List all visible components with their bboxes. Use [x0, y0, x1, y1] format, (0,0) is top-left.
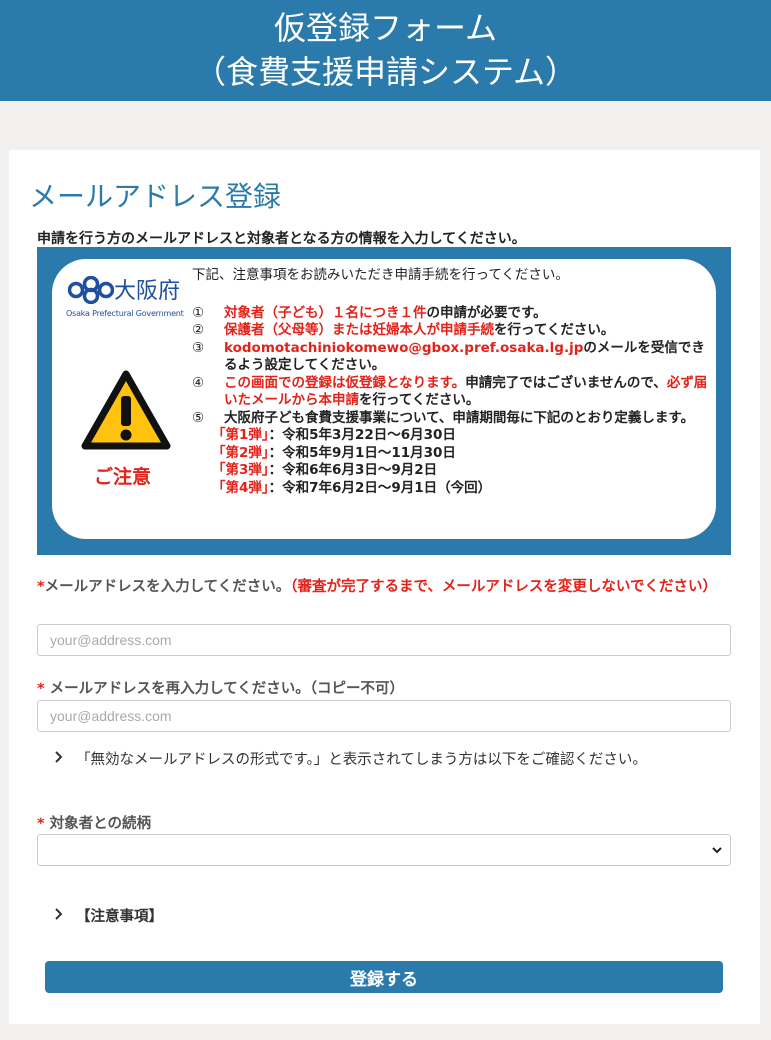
osaka-logo-icon [68, 276, 114, 304]
email-label: *メールアドレスを入力してください。（審査が完了するまで、メールアドレスを変更し… [37, 579, 717, 595]
page-title: メールアドレス登録 [29, 180, 282, 213]
header-title-line2: （食費支援申請システム） [193, 53, 578, 91]
phase-row: 「第3弾」：令和6年6月3日～9月2日 [212, 462, 438, 478]
phase-row: 「第4弾」：令和7年6月2日～9月1日（今回） [212, 479, 492, 496]
notice-item: ④ この画面での登録は仮登録となります。申請完了ではございませんので、必ず届いた… [192, 374, 708, 409]
notice-item: ③ kodomotachiniokomewo@gbox.pref.osaka.l… [192, 339, 705, 374]
logo-subtext: Osaka Prefectural Government [66, 309, 184, 318]
relationship-label: * 対象者との続柄 [37, 816, 152, 832]
register-button[interactable]: 登録する [45, 961, 723, 993]
chevron-right-icon [55, 751, 63, 763]
phase-row: 「第2弾」：令和5年9月1日～11月30日 [212, 444, 456, 461]
chevron-down-icon [712, 847, 722, 854]
notice-text: 下記、注意事項をお読みいただき申請手続を行ってください。 ① 対象者（子ども）１… [192, 261, 714, 497]
header-title-line1: 仮登録フォーム [273, 9, 498, 47]
form-intro: 申請を行う方のメールアドレスと対象者となる方の情報を入力してください。 [37, 231, 526, 247]
relationship-select[interactable] [37, 834, 731, 866]
notice-panel: 大阪府 Osaka Prefectural Government ご注意 下記、… [52, 259, 716, 539]
chevron-right-icon [55, 908, 63, 920]
notes-toggle[interactable]: 【注意事項】 [52, 905, 163, 926]
email-input[interactable] [37, 624, 731, 656]
notice-lead: 下記、注意事項をお読みいただき申請手続を行ってください。 [192, 267, 569, 283]
warning-icon [81, 370, 171, 450]
logo-text: 大阪府 [114, 279, 181, 304]
required-mark: * [37, 816, 45, 832]
invalid-email-help-toggle[interactable]: 「無効なメールアドレスの形式です。」と表示されてしまう方は以下をご確認ください。 [52, 748, 647, 769]
notice-banner: 大阪府 Osaka Prefectural Government ご注意 下記、… [37, 247, 731, 555]
notice-item: ② 保護者（父母等）または妊婦本人が申請手続を行ってください。 [192, 322, 615, 338]
notice-item: ① 対象者（子ども）１名につき１件の申請が必要です。 [192, 304, 547, 321]
notice-item: ⑤ 大阪府子ども食費支援事業について、申請期間毎に下記のとおり定義します。 [192, 409, 695, 426]
warning-label: ご注意 [94, 466, 152, 488]
email-confirm-input[interactable] [37, 700, 731, 732]
required-mark: * [37, 579, 45, 595]
phase-row: 「第1弾」：令和5年3月22日～6月30日 [212, 427, 456, 443]
email-warning: （審査が完了するまで、メールアドレスを変更しないでください） [290, 579, 717, 595]
email-confirm-label: * メールアドレスを再入力してください。（コピー不可） [37, 681, 405, 697]
page-header: 仮登録フォーム （食費支援申請システム） [0, 0, 771, 101]
required-mark: * [37, 681, 45, 697]
